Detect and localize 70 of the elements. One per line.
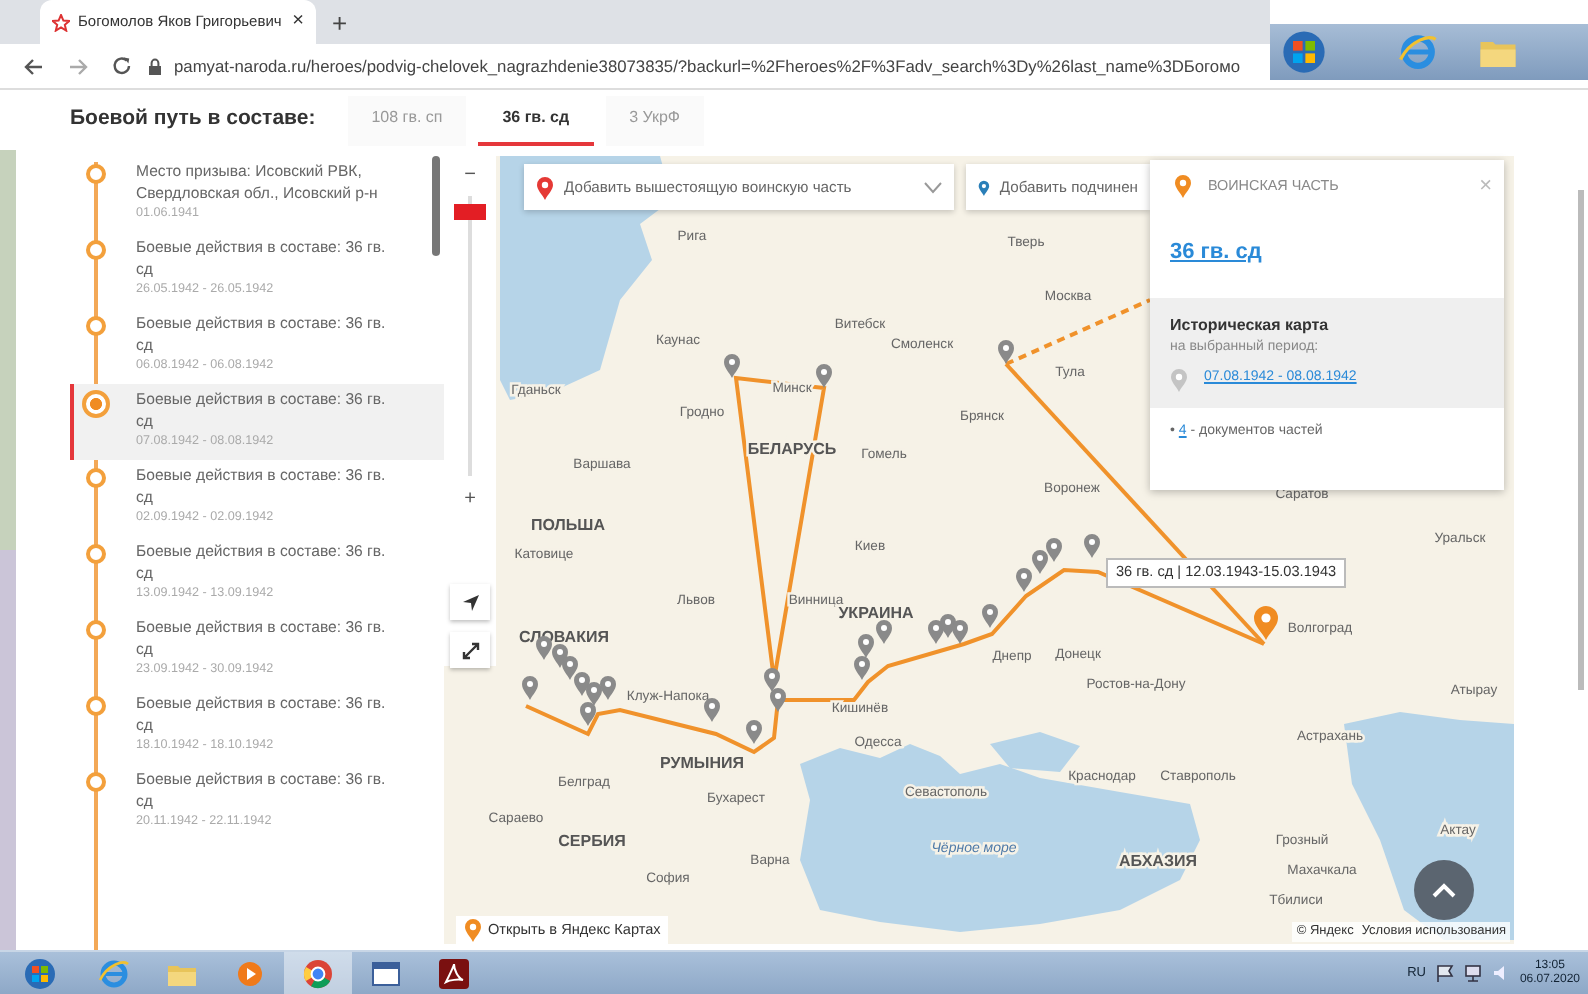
locate-button[interactable] — [450, 584, 490, 620]
pin-icon — [536, 175, 554, 199]
map-pin-icon[interactable] — [1046, 538, 1062, 562]
browser-icon[interactable] — [98, 957, 130, 989]
map-pin-icon[interactable] — [746, 720, 762, 744]
url-text[interactable]: pamyat-naroda.ru/heroes/podvig-chelovek_nagrazhdenie38073835/?backurl=%2Fheroes%2F%3Fadv_search%3Dy%26last_name%3DБогомо — [174, 53, 1240, 79]
pin-icon — [1174, 174, 1192, 198]
map-pin-icon[interactable] — [998, 340, 1014, 364]
expand-icon — [461, 641, 479, 659]
speaker-icon[interactable] — [1491, 964, 1510, 982]
map-pin-icon[interactable] — [858, 634, 874, 658]
section-heading: Боевой путь в составе: — [70, 104, 316, 135]
timeline-marker-icon — [86, 544, 106, 564]
media-player-icon[interactable] — [234, 957, 266, 989]
zoom-slider-thumb[interactable] — [454, 204, 486, 221]
star-icon — [52, 13, 70, 31]
reload-icon[interactable] — [112, 56, 132, 76]
map-pin-icon[interactable] — [522, 676, 538, 700]
map-pin-icon[interactable] — [1032, 550, 1048, 574]
start-button[interactable] — [1282, 30, 1326, 74]
map-pin-icon[interactable] — [876, 620, 892, 644]
timeline-marker-icon — [82, 390, 110, 418]
tab-close-button[interactable]: × — [292, 12, 304, 32]
map-pin-icon[interactable] — [1084, 534, 1100, 558]
chevron-down-icon — [924, 181, 942, 193]
new-tab-button[interactable]: + — [316, 9, 364, 35]
timeline-marker-icon — [86, 620, 106, 640]
timeline-marker-icon — [86, 696, 106, 716]
chrome-icon[interactable] — [302, 957, 334, 989]
scrollbar-thumb[interactable] — [1578, 190, 1584, 690]
map-pin-icon[interactable] — [580, 702, 596, 726]
timeline-marker-icon — [86, 772, 106, 792]
timeline-marker-icon — [86, 316, 106, 336]
start-button[interactable] — [24, 957, 56, 989]
map-pin-icon[interactable] — [770, 688, 786, 712]
pin-icon — [978, 175, 990, 199]
timeline-marker-icon — [86, 240, 106, 260]
back-icon[interactable] — [24, 57, 44, 75]
map-pin-icon[interactable] — [600, 676, 616, 700]
pin-icon — [464, 918, 482, 942]
fullscreen-button[interactable] — [450, 632, 490, 668]
network-icon[interactable] — [1463, 964, 1482, 982]
lock-icon — [148, 57, 162, 75]
place-label: РУМЫНИЯ — [660, 754, 744, 772]
map-pin-icon[interactable] — [562, 656, 578, 680]
place-label: АБХАЗИЯ — [1119, 852, 1197, 870]
pin-icon — [1170, 367, 1188, 391]
window-icon[interactable] — [370, 957, 402, 989]
map-pin-icon[interactable] — [816, 364, 832, 388]
timeline-marker-icon — [86, 164, 106, 184]
browser-icon[interactable] — [1398, 32, 1438, 72]
forward-icon[interactable] — [68, 57, 88, 75]
history-title: Историческая карта — [1170, 314, 1331, 338]
chevron-up-icon — [1432, 882, 1456, 898]
scrollbar-thumb[interactable] — [432, 156, 440, 256]
place-label: ПОЛЬША — [531, 516, 605, 534]
place-label: СЕРБИЯ — [558, 832, 626, 850]
map-pin-icon[interactable] — [854, 656, 870, 680]
place-label: УКРАИНА — [838, 604, 914, 622]
map-pin-icon[interactable] — [952, 620, 968, 644]
unit-link[interactable]: 36 гв. сд — [1170, 240, 1262, 264]
pdf-icon[interactable] — [438, 957, 470, 989]
flag-icon[interactable] — [1435, 964, 1454, 982]
map-pin-icon[interactable] — [1016, 568, 1032, 592]
timeline-marker-icon — [86, 468, 106, 488]
map-pin-icon[interactable] — [764, 668, 780, 692]
map-pin-icon[interactable] — [1254, 606, 1278, 640]
map-pin-icon[interactable] — [724, 354, 740, 378]
map-pin-icon[interactable] — [982, 604, 998, 628]
navigation-arrow-icon — [461, 593, 479, 611]
